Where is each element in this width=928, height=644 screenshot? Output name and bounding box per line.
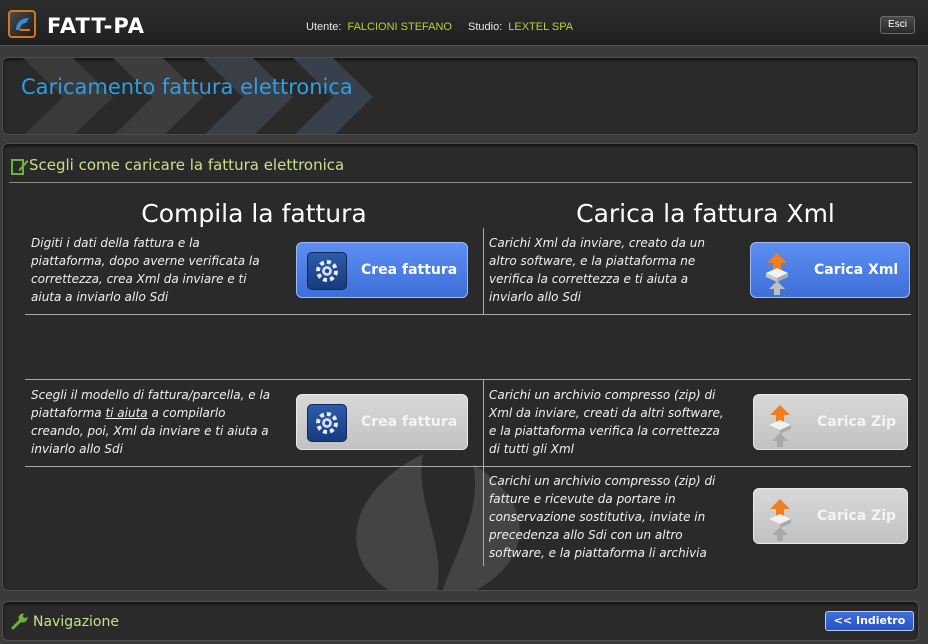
row-divider	[25, 466, 911, 467]
section-title: Scegli come caricare la fattura elettron…	[29, 156, 345, 174]
left-row-1-description: Digiti i dati della fattura e la piattaf…	[31, 234, 286, 306]
user-name: FALCIONI STEFANO	[347, 21, 452, 33]
user-info: Utente: FALCIONI STEFANO Studio: LEXTEL SPA	[306, 21, 589, 33]
user-label: Utente:	[306, 21, 342, 33]
right-row-2-description: Carichi un archivio compresso (zip) di X…	[489, 386, 744, 458]
wrench-icon	[11, 613, 28, 630]
row-divider	[25, 314, 911, 315]
button-label: Carica Zip	[817, 508, 897, 524]
button-label: Crea fattura	[361, 262, 458, 278]
desc-line: inviarlo allo Sdi	[489, 290, 581, 304]
desc-line: inviarlo allo Sdi	[31, 442, 123, 456]
studio-name: LEXTEL SPA	[508, 21, 574, 33]
desc-line: precedenza allo Sdi con un altro	[489, 528, 683, 542]
section-divider	[9, 182, 912, 183]
right-column-heading: Carica la fattura Xml	[576, 199, 835, 228]
right-row-3-description: Carichi un archivio compresso (zip) di f…	[489, 472, 744, 562]
title-panel: Caricamento fattura elettronica	[2, 57, 919, 135]
column-divider	[483, 380, 484, 566]
desc-line: Carichi Xml da inviare, creato da un	[489, 236, 705, 250]
upload-icon	[769, 405, 791, 447]
upload-zip-archive-button[interactable]: Carica Zip	[753, 488, 908, 544]
upload-xml-button[interactable]: Carica Xml	[750, 242, 910, 298]
desc-line: altro software, e la piattaforma ne	[489, 254, 696, 268]
desc-line: aiuta a inviarlo allo Sdi	[31, 290, 169, 304]
desc-line: conservazione sostitutiva, inviate in	[489, 510, 706, 524]
help-link[interactable]: ti aiuta	[105, 406, 147, 420]
gear-icon	[316, 260, 338, 282]
desc-line: verifica la correttezza e ti aiuta a	[489, 272, 689, 286]
gear-icon-box	[307, 404, 347, 442]
upload-options-panel: Scegli come caricare la fattura elettron…	[2, 143, 919, 591]
desc-line: di tutti gli Xml	[489, 442, 574, 456]
desc-line: piattaforma, dopo averne verificata la	[31, 254, 260, 268]
left-column-heading: Compila la fattura	[141, 199, 367, 228]
top-bar: FATT-PA Utente: FALCIONI STEFANO Studio: LE…	[0, 0, 928, 46]
desc-line: e la piattaforma verifica la correttezza	[489, 424, 720, 438]
button-label: Carica Xml	[814, 262, 899, 278]
desc-line: creando, poi, Xml da inviare e ti aiuta …	[31, 424, 269, 438]
button-label: Carica Zip	[817, 414, 897, 430]
desc-line: correttezza, crea Xml da inviare e ti	[31, 272, 247, 286]
upload-icon	[766, 253, 788, 295]
upload-icon	[769, 499, 791, 541]
desc-text: piattaforma	[31, 406, 106, 420]
desc-line: Scegli il modello di fattura/parcella, e…	[31, 388, 271, 402]
logo-icon	[16, 18, 30, 31]
app-title: FATT-PA	[47, 14, 146, 38]
desc-line: piattaforma ti aiuta a compilarlo	[31, 404, 286, 422]
left-row-2-description: Scegli il modello di fattura/parcella, e…	[31, 386, 286, 458]
exit-button[interactable]: Esci	[880, 16, 915, 34]
desc-line: Carichi un archivio compresso (zip) di	[489, 474, 716, 488]
gear-icon-box	[307, 252, 347, 290]
app-logo	[8, 10, 36, 38]
desc-line: Carichi un archivio compresso (zip) di	[489, 388, 716, 402]
create-invoice-button[interactable]: Crea fattura	[296, 242, 468, 298]
desc-text: a compilarlo	[147, 406, 226, 420]
right-row-1-description: Carichi Xml da inviare, creato da un alt…	[489, 234, 744, 306]
column-divider	[483, 228, 484, 314]
button-label: Crea fattura	[361, 414, 458, 430]
gear-icon	[316, 412, 338, 434]
desc-line: fatture e ricevute da portare in	[489, 492, 676, 506]
desc-line: software, e la piattaforma li archivia	[489, 546, 707, 560]
navigation-title: Navigazione	[33, 614, 119, 630]
back-button[interactable]: << Indietro	[825, 611, 914, 631]
studio-label: Studio:	[468, 21, 503, 33]
desc-line: Digiti i dati della fattura e la	[31, 236, 200, 250]
create-invoice-template-button[interactable]: Crea fattura	[296, 394, 468, 450]
page-title: Caricamento fattura elettronica	[21, 75, 353, 99]
upload-zip-button[interactable]: Carica Zip	[753, 394, 908, 450]
row-divider	[25, 379, 911, 380]
edit-document-icon	[11, 159, 29, 175]
navigation-panel: Navigazione << Indietro	[2, 601, 919, 641]
desc-line: Xml da inviare, creati da altri software…	[489, 406, 724, 420]
